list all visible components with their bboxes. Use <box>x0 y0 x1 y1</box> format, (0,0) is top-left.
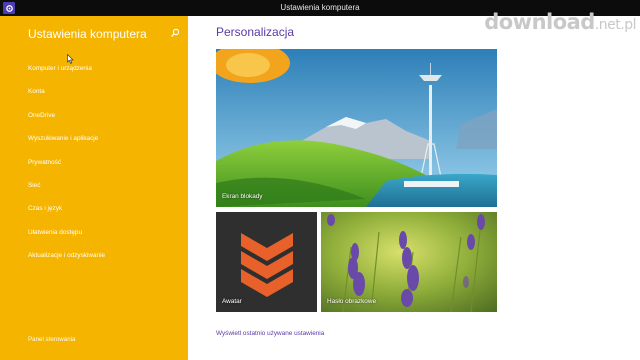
lock-screen-image <box>216 49 497 207</box>
sidebar-item-network[interactable]: Sieć <box>28 181 105 204</box>
sidebar-item-search-apps[interactable]: Wyszukiwanie i aplikacje <box>28 134 105 157</box>
mouse-cursor-icon <box>67 54 74 64</box>
watermark-main: download <box>484 10 595 34</box>
recent-settings-link[interactable]: Wyświetl ostatnio używane ustawienia <box>216 330 324 337</box>
sidebar-item-accounts[interactable]: Konta <box>28 87 105 110</box>
picture-password-image <box>321 212 497 312</box>
lock-screen-tile[interactable]: Ekran blokady <box>216 49 497 207</box>
sidebar-heading: Ustawienia komputera <box>28 27 147 41</box>
search-icon[interactable] <box>170 28 180 38</box>
sidebar-item-time-language[interactable]: Czas i język <box>28 204 105 227</box>
main-panel: download.net.pl Personalizacja Ekran blo… <box>188 10 640 360</box>
control-panel-link[interactable]: Panel sterowania <box>28 336 75 343</box>
sidebar-item-onedrive[interactable]: OneDrive <box>28 111 105 134</box>
avatar-tile[interactable]: Awatar <box>216 212 317 312</box>
sidebar-item-ease-of-access[interactable]: Ułatwienia dostępu <box>28 228 105 251</box>
sidebar: Ustawienia komputera Komputer i urządzen… <box>0 16 188 360</box>
sidebar-item-privacy[interactable]: Prywatność <box>28 158 105 181</box>
picture-password-tile[interactable]: Hasło obrazkowe <box>321 212 497 312</box>
watermark-suffix: .net.pl <box>594 17 637 33</box>
page-title: Personalizacja <box>216 25 295 39</box>
sidebar-menu: Komputer i urządzenia Konta OneDrive Wys… <box>28 64 105 275</box>
avatar-label: Awatar <box>222 298 242 305</box>
watermark-logo: download.net.pl <box>484 10 636 34</box>
sidebar-item-computer-devices[interactable]: Komputer i urządzenia <box>28 64 105 87</box>
lock-screen-label: Ekran blokady <box>222 193 263 200</box>
avatar-chevron-icon <box>241 233 293 297</box>
picture-password-label: Hasło obrazkowe <box>327 298 377 305</box>
sidebar-item-update-recovery[interactable]: Aktualizacje i odzyskiwanie <box>28 251 105 274</box>
